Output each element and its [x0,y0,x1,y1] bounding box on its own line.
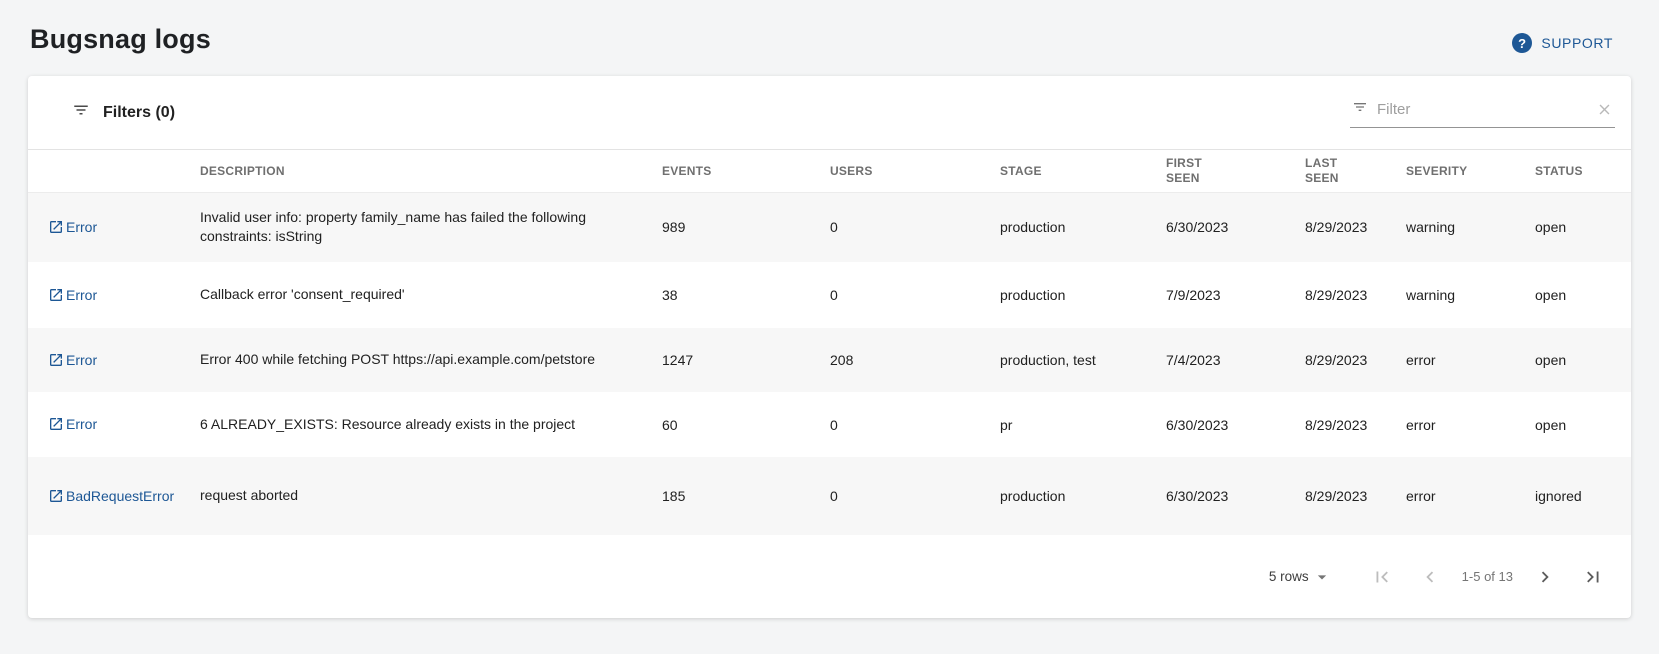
filter-input-container [1350,97,1615,128]
events-cell: 38 [662,262,830,328]
rows-per-page-select[interactable]: 5 rows [1269,567,1332,587]
severity-cell: error [1406,392,1535,457]
column-header-last-seen: LAST SEEN [1305,150,1406,192]
first-seen-cell: 6/30/2023 [1166,192,1305,262]
error-link-label: Error [66,416,97,432]
column-header-link [28,150,200,192]
external-link-icon [48,287,66,303]
status-cell: open [1535,262,1631,328]
status-cell: open [1535,328,1631,392]
table-row: Error Invalid user info: property family… [28,192,1631,262]
chevron-left-icon[interactable] [1415,562,1445,592]
error-link[interactable]: Error [48,416,97,432]
events-cell: 989 [662,192,830,262]
status-cell: ignored [1535,457,1631,535]
clear-filter-icon[interactable] [1596,101,1613,118]
rows-per-page-label: 5 rows [1269,569,1309,584]
description-cell: Invalid user info: property family_name … [200,192,662,262]
first-seen-cell: 7/9/2023 [1166,262,1305,328]
error-link-label: Error [66,287,97,303]
caret-down-icon [1312,567,1332,587]
table-row: Error 6 ALREADY_EXISTS: Resource already… [28,392,1631,457]
pagination-bar: 5 rows 1-5 of 13 [28,535,1631,618]
last-seen-cell: 8/29/2023 [1305,328,1406,392]
error-link[interactable]: Error [48,352,97,368]
error-link[interactable]: Error [48,219,97,235]
table-row: BadRequestError request aborted 185 0 pr… [28,457,1631,535]
last-seen-cell: 8/29/2023 [1305,392,1406,457]
first-page-icon[interactable] [1367,562,1397,592]
filter-list-icon [72,101,90,124]
stage-cell: production [1000,262,1166,328]
last-seen-cell: 8/29/2023 [1305,457,1406,535]
column-header-severity: SEVERITY [1406,150,1535,192]
column-header-status: STATUS [1535,150,1631,192]
severity-cell: error [1406,328,1535,392]
column-header-stage: STAGE [1000,150,1166,192]
filter-input-icon [1352,99,1368,120]
stage-cell: production [1000,192,1166,262]
description-cell: request aborted [200,457,662,535]
first-seen-cell: 6/30/2023 [1166,457,1305,535]
external-link-icon [48,416,66,432]
external-link-icon [48,219,66,235]
last-page-icon[interactable] [1578,562,1608,592]
external-link-icon [48,488,66,504]
column-header-description: DESCRIPTION [200,150,662,192]
error-link[interactable]: Error [48,287,97,303]
stage-cell: pr [1000,392,1166,457]
events-cell: 185 [662,457,830,535]
first-seen-cell: 7/4/2023 [1166,328,1305,392]
users-cell: 0 [830,457,1000,535]
support-link[interactable]: ? SUPPORT [1512,33,1613,53]
column-header-events: EVENTS [662,150,830,192]
last-seen-cell: 8/29/2023 [1305,262,1406,328]
top-bar: Bugsnag logs ? SUPPORT [0,0,1659,76]
stage-cell: production [1000,457,1166,535]
filters-label: Filters (0) [103,104,175,122]
events-cell: 60 [662,392,830,457]
status-cell: open [1535,192,1631,262]
users-cell: 0 [830,262,1000,328]
support-label: SUPPORT [1541,35,1613,51]
users-cell: 0 [830,392,1000,457]
column-header-users: USERS [830,150,1000,192]
severity-cell: warning [1406,192,1535,262]
logs-table: DESCRIPTION EVENTS USERS STAGE FIRST SEE… [28,150,1631,535]
description-cell: 6 ALREADY_EXISTS: Resource already exist… [200,392,662,457]
filters-toggle[interactable]: Filters (0) [72,101,175,124]
error-link-label: BadRequestError [66,488,174,504]
severity-cell: warning [1406,262,1535,328]
users-cell: 208 [830,328,1000,392]
table-row: Error Error 400 while fetching POST http… [28,328,1631,392]
severity-cell: error [1406,457,1535,535]
logs-card: Filters (0) DESCRIPTION EVENTS USERS STA… [28,76,1631,618]
column-header-first-seen: FIRST SEEN [1166,150,1305,192]
chevron-right-icon[interactable] [1530,562,1560,592]
first-seen-cell: 6/30/2023 [1166,392,1305,457]
status-cell: open [1535,392,1631,457]
stage-cell: production, test [1000,328,1166,392]
users-cell: 0 [830,192,1000,262]
table-row: Error Callback error 'consent_required' … [28,262,1631,328]
filters-bar: Filters (0) [28,76,1631,150]
filter-input[interactable] [1377,101,1587,118]
description-cell: Error 400 while fetching POST https://ap… [200,328,662,392]
error-link-label: Error [66,352,97,368]
page-range-label: 1-5 of 13 [1462,569,1513,584]
help-icon: ? [1512,33,1532,53]
description-cell: Callback error 'consent_required' [200,262,662,328]
table-header-row: DESCRIPTION EVENTS USERS STAGE FIRST SEE… [28,150,1631,192]
page-title: Bugsnag logs [30,24,211,55]
error-link[interactable]: BadRequestError [48,488,174,504]
last-seen-cell: 8/29/2023 [1305,192,1406,262]
error-link-label: Error [66,219,97,235]
events-cell: 1247 [662,328,830,392]
external-link-icon [48,352,66,368]
